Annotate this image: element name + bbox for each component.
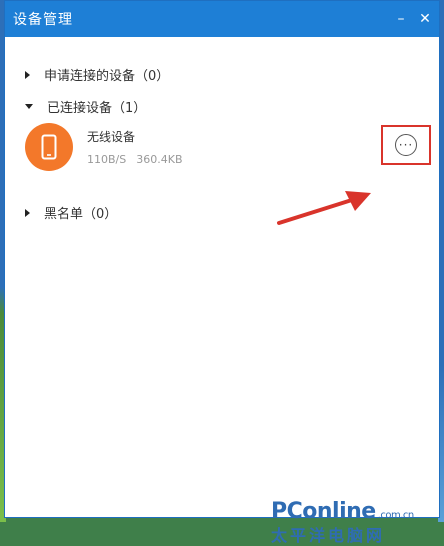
device-stats: 110B/S 360.4KB xyxy=(87,153,183,166)
minimize-button[interactable]: – xyxy=(393,11,409,27)
title-bar: 设备管理 – ✕ xyxy=(5,1,439,37)
device-size: 360.4KB xyxy=(136,153,183,166)
section-connected-devices[interactable]: 已连接设备（1） xyxy=(25,97,146,116)
device-avatar xyxy=(25,123,73,171)
window-title: 设备管理 xyxy=(13,12,73,28)
watermark-brand: PConline .com.cn xyxy=(271,499,414,524)
collapse-arrow-icon xyxy=(25,104,33,109)
section-requested-label: 申请连接的设备（0） xyxy=(44,69,170,84)
device-name: 无线设备 xyxy=(87,130,136,144)
watermark-domain: .com.cn xyxy=(377,510,415,521)
section-blacklist[interactable]: 黑名单（0） xyxy=(25,203,117,222)
section-connected-label: 已连接设备（1） xyxy=(47,101,147,116)
device-list: 申请连接的设备（0） 已连接设备（1） 无线设备 110B/S 360.4KB xyxy=(5,37,439,545)
watermark-brand-text: PConline xyxy=(271,499,376,524)
more-button-highlight: ··· xyxy=(381,125,431,165)
watermark-cn-name: 太平洋电脑网 xyxy=(271,526,386,545)
pconline-watermark: PConline .com.cn 太平洋电脑网 xyxy=(271,499,414,546)
red-arrow-annotation-icon xyxy=(277,191,371,225)
expand-arrow-icon xyxy=(25,208,30,217)
section-blacklist-label: 黑名单（0） xyxy=(44,207,118,222)
window-controls: – ✕ xyxy=(393,11,433,27)
device-speed: 110B/S xyxy=(87,153,127,166)
device-info: 无线设备 110B/S 360.4KB xyxy=(87,128,183,166)
phone-icon xyxy=(41,134,57,160)
device-row[interactable]: 无线设备 110B/S 360.4KB xyxy=(25,123,183,171)
close-button[interactable]: ✕ xyxy=(417,11,433,27)
more-options-button[interactable]: ··· xyxy=(395,134,417,156)
expand-arrow-icon xyxy=(25,70,30,79)
device-manager-window: 设备管理 – ✕ 申请连接的设备（0） 已连接设备（1） 无线设备 110B/S… xyxy=(4,0,440,545)
section-requested-devices[interactable]: 申请连接的设备（0） xyxy=(25,65,169,84)
